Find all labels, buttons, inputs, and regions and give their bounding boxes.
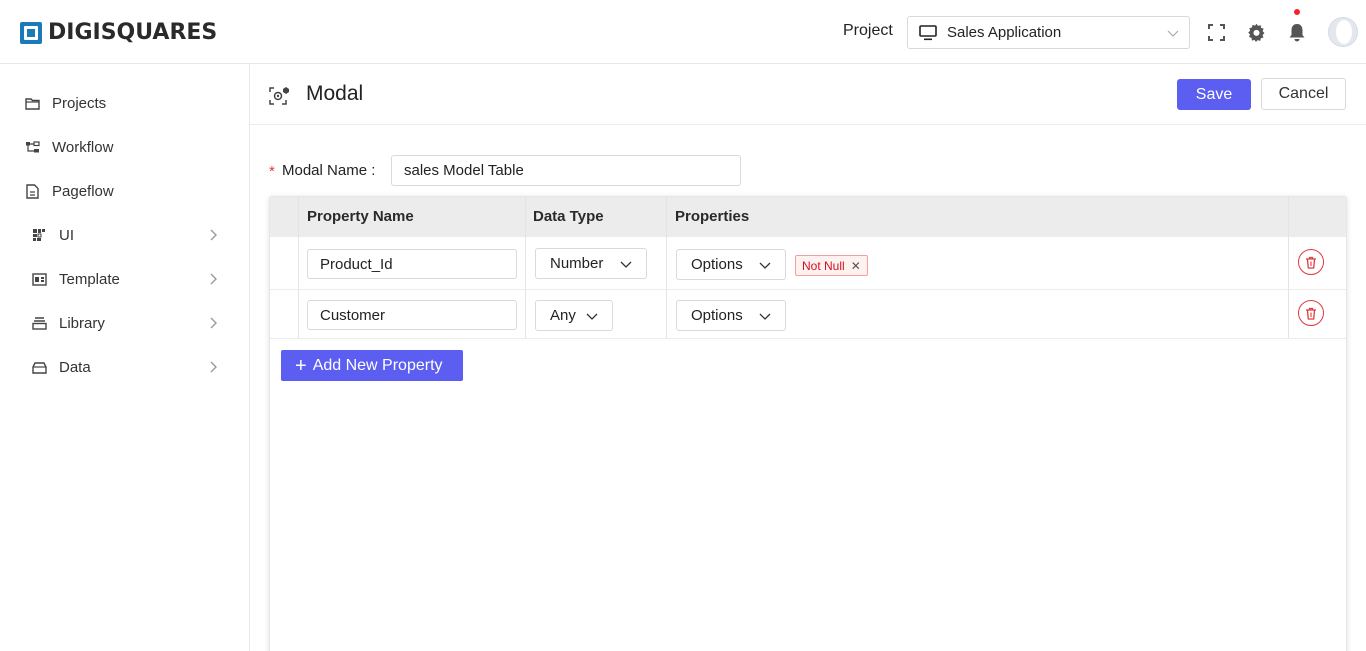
trash-icon (1306, 307, 1316, 320)
folder-icon (24, 95, 40, 111)
page-header: Modal Save Cancel (250, 64, 1366, 125)
save-button[interactable]: Save (1177, 79, 1251, 110)
data-type-value: Any (550, 307, 576, 324)
logo-mark-icon (20, 21, 42, 44)
cancel-button[interactable]: Cancel (1261, 78, 1346, 110)
ui-icon (31, 227, 47, 243)
logo[interactable]: DIGISQUARES (20, 20, 217, 45)
sidebar-item-label: Projects (52, 94, 107, 112)
delete-row-button[interactable] (1298, 249, 1324, 275)
table-header: Property Name Data Type Properties (270, 197, 1346, 237)
required-mark: * (269, 163, 275, 180)
chevron-down-icon (759, 262, 771, 269)
sidebar-item-library[interactable]: Library (0, 303, 249, 343)
sidebar-item-label: Library (59, 314, 105, 332)
logo-text: DIGISQUARES (48, 20, 218, 45)
sidebar-item-label: Template (59, 270, 120, 288)
sidebar-item-projects[interactable]: Projects (0, 83, 249, 123)
monitor-icon (919, 24, 937, 40)
options-value: Options (691, 307, 743, 324)
project-select-value: Sales Application (947, 24, 1062, 41)
close-icon[interactable]: ✕ (851, 259, 861, 273)
chevron-right-icon (210, 229, 217, 241)
workflow-icon (24, 139, 40, 155)
template-icon (31, 271, 47, 287)
modal-name-label: Modal Name : (282, 162, 376, 179)
delete-row-button[interactable] (1298, 300, 1324, 326)
sidebar-item-pageflow[interactable]: Pageflow (0, 171, 249, 211)
add-new-property-button[interactable]: + Add New Property (281, 350, 463, 381)
modal-model-icon (269, 87, 289, 105)
sidebar-item-label: Workflow (52, 138, 114, 156)
project-label: Project (843, 22, 893, 39)
property-name-input[interactable] (307, 300, 517, 330)
options-select[interactable]: Options (676, 300, 786, 331)
chevron-down-icon (1167, 30, 1179, 37)
table-row: Any Options (270, 290, 1346, 339)
notification-dot (1294, 9, 1300, 15)
chevron-down-icon (586, 313, 598, 320)
chevron-right-icon (210, 361, 217, 373)
options-value: Options (691, 256, 743, 273)
sidebar-item-label: Data (59, 358, 91, 376)
property-name-input[interactable] (307, 249, 517, 279)
bell-icon[interactable] (1287, 22, 1307, 42)
pageflow-icon (24, 183, 40, 199)
data-type-select[interactable]: Any (535, 300, 613, 331)
app-header: DIGISQUARES Project Sales Application (0, 0, 1366, 64)
sidebar-item-ui[interactable]: UI (0, 215, 249, 255)
column-header-property-name: Property Name (307, 208, 414, 225)
chevron-down-icon (759, 313, 771, 320)
plus-icon: + (295, 354, 307, 377)
sidebar-item-template[interactable]: Template (0, 259, 249, 299)
not-null-tag: Not Null ✕ (795, 255, 868, 276)
data-icon (31, 359, 47, 375)
project-select[interactable]: Sales Application (907, 16, 1190, 49)
avatar[interactable] (1328, 17, 1358, 47)
tag-label: Not Null (802, 258, 845, 273)
page-title: Modal (306, 82, 364, 105)
table-row: Number Options Not Null ✕ (270, 237, 1346, 290)
sidebar: Projects Workflow Pageflow UI Template L… (0, 64, 250, 651)
chevron-right-icon (210, 273, 217, 285)
properties-table: Property Name Data Type Properties Numbe… (269, 196, 1347, 651)
gear-icon[interactable] (1246, 22, 1266, 42)
chevron-right-icon (210, 317, 217, 329)
trash-icon (1306, 256, 1316, 269)
sidebar-item-workflow[interactable]: Workflow (0, 127, 249, 167)
fullscreen-icon[interactable] (1206, 22, 1226, 42)
chevron-down-icon (620, 261, 632, 268)
sidebar-item-label: Pageflow (52, 182, 114, 200)
sidebar-item-data[interactable]: Data (0, 347, 249, 387)
sidebar-item-label: UI (59, 226, 74, 244)
column-header-data-type: Data Type (533, 208, 604, 225)
data-type-value: Number (550, 255, 604, 272)
column-header-properties: Properties (675, 208, 750, 225)
modal-name-input[interactable] (391, 155, 741, 186)
add-new-property-label: Add New Property (312, 356, 443, 374)
options-select[interactable]: Options (676, 249, 786, 280)
library-icon (31, 315, 47, 331)
data-type-select[interactable]: Number (535, 248, 647, 279)
